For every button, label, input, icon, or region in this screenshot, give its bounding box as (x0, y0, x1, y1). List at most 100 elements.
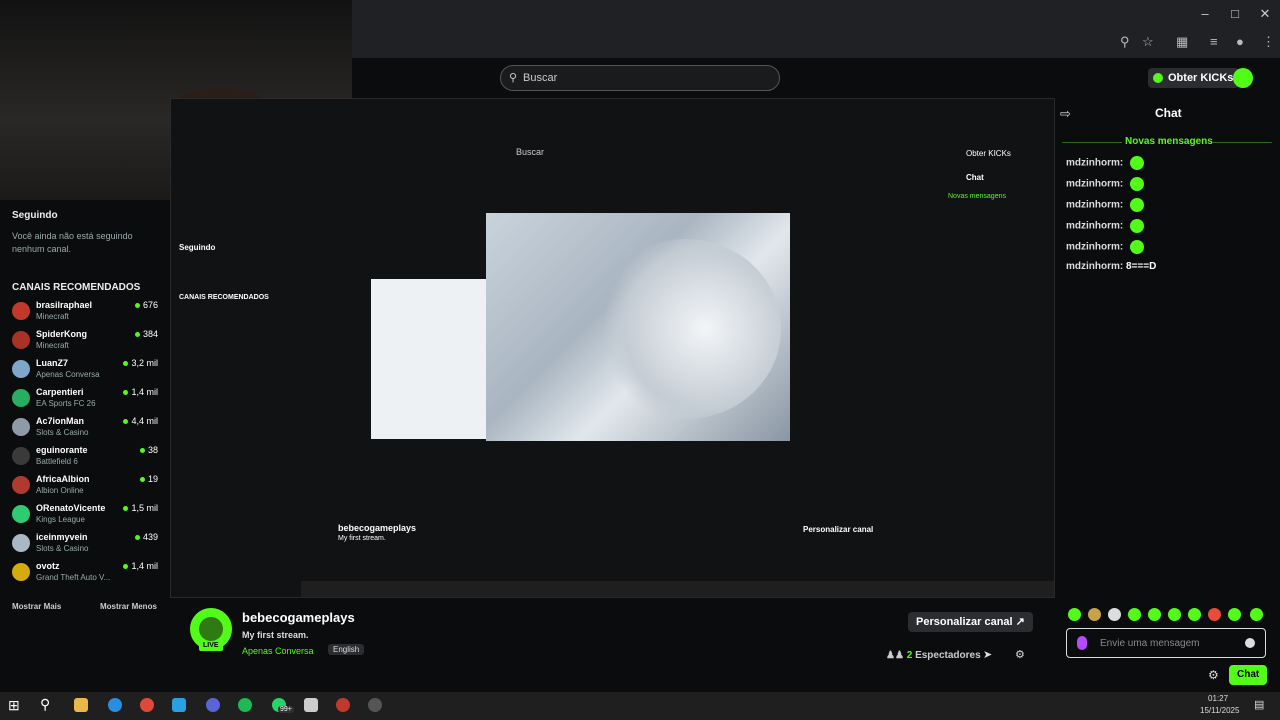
show-less-button[interactable]: Mostrar Menos (100, 602, 157, 611)
channel-name: Ac7ionMan (36, 416, 85, 426)
user-avatar[interactable] (1233, 68, 1253, 88)
spotify-icon[interactable] (238, 698, 252, 712)
stream-category[interactable]: Apenas Conversa (242, 646, 314, 656)
channel-viewers: 38 (140, 445, 158, 455)
emote-icon (1130, 198, 1144, 212)
sidebar-channel-row[interactable]: LuanZ7 Apenas Conversa 3,2 mil (12, 356, 160, 385)
channel-name: brasilraphael (36, 300, 93, 310)
nested-search: Buscar (516, 147, 545, 157)
chat-input[interactable]: Envie uma mensagem (1066, 628, 1266, 658)
chat-username[interactable]: mdzinhorm: (1066, 200, 1123, 211)
stream-preview-recursive: Buscar Obter KICKs Chat Novas mensagens … (170, 98, 1055, 598)
sidebar-channel-row[interactable]: Carpentieri EA Sports FC 26 1,4 mil (12, 385, 160, 414)
minimize-icon[interactable]: – (1190, 6, 1220, 21)
chat-input-placeholder: Envie uma mensagem (1100, 638, 1200, 649)
app-icon[interactable] (336, 698, 350, 712)
language-tag[interactable]: English (328, 644, 365, 655)
star-icon[interactable]: ☆ (1142, 34, 1154, 50)
menu-icon[interactable]: ⋮ (1262, 34, 1275, 50)
channel-viewers: 1,4 mil (123, 561, 158, 571)
more-options-icon[interactable]: ⚙ (1015, 648, 1025, 661)
clock-time[interactable]: 01:27 (1208, 694, 1228, 703)
chat-username[interactable]: mdzinhorm: (1066, 261, 1123, 272)
microphone-icon[interactable] (1077, 636, 1087, 650)
start-icon[interactable]: ⊞ (8, 697, 20, 714)
channel-category: Battlefield 6 (36, 457, 78, 466)
profile-icon[interactable]: ● (1236, 34, 1244, 49)
chat-message[interactable]: mdzinhorm: 8===D (1066, 261, 1156, 272)
chrome-icon[interactable] (140, 698, 154, 712)
collapse-chat-icon[interactable]: ⇨ (1060, 106, 1071, 122)
streamer-name[interactable]: bebecogameplays (242, 610, 355, 625)
chat-username[interactable]: mdzinhorm: (1066, 179, 1123, 190)
sidebar-channel-row[interactable]: ovotz Grand Theft Auto V... 1,4 mil (12, 559, 160, 588)
viewers-number: 2 (906, 650, 913, 661)
chat-username[interactable]: mdzinhorm: (1066, 158, 1123, 169)
extensions-icon[interactable]: ▦ (1176, 34, 1188, 50)
channel-category: Albion Online (36, 486, 84, 495)
notifications-icon[interactable]: ▤ (1254, 698, 1264, 711)
channel-category: Kings League (36, 515, 85, 524)
get-kicks-button[interactable]: Obter KICKs (1148, 68, 1240, 88)
chat-settings-icon[interactable]: ⚙ (1208, 668, 1219, 682)
sidebar-channel-row[interactable]: SpiderKong Minecraft 384 (12, 327, 160, 356)
channel-name: SpiderKong (36, 329, 87, 339)
share-icon[interactable]: ➤ (983, 648, 992, 661)
edge-icon[interactable] (108, 698, 122, 712)
emoji-icon[interactable] (1245, 638, 1255, 648)
emote-icon[interactable] (1208, 608, 1221, 621)
nested-title: My first stream. (338, 535, 386, 542)
channel-viewers: 384 (135, 329, 158, 339)
kicks-icon (1153, 73, 1163, 83)
send-chat-button[interactable]: Chat (1229, 665, 1268, 685)
file-explorer-icon[interactable] (74, 698, 88, 712)
chat-message[interactable]: mdzinhorm: (1066, 156, 1144, 170)
maximize-icon[interactable]: □ (1220, 6, 1250, 21)
clock-date[interactable]: 15/11/2025 (1200, 706, 1239, 715)
channel-name: LuanZ7 (36, 358, 69, 368)
notification-badge: 99+ (278, 706, 294, 713)
sidebar-channel-row[interactable]: brasilraphael Minecraft 676 (12, 298, 160, 327)
chat-username[interactable]: mdzinhorm: (1066, 221, 1123, 232)
channel-category: Apenas Conversa (36, 370, 100, 379)
chat-message[interactable]: mdzinhorm: (1066, 219, 1144, 233)
chat-username[interactable]: mdzinhorm: (1066, 242, 1123, 253)
chat-message[interactable]: mdzinhorm: (1066, 240, 1144, 254)
search-input[interactable]: ⚲ Buscar (500, 65, 780, 91)
sidebar-channel-row[interactable]: ORenatoVicente Kings League 1,5 mil (12, 501, 160, 530)
emote-icon[interactable] (1068, 608, 1081, 621)
sidebar-channel-row[interactable]: iceinmyvein Slots & Casino 439 (12, 530, 160, 559)
divider (1062, 142, 1122, 143)
reading-list-icon[interactable]: ≡ (1210, 34, 1218, 49)
show-more-button[interactable]: Mostrar Mais (12, 602, 61, 611)
taskbar-search-icon[interactable]: ⚲ (40, 696, 50, 713)
divider (1212, 142, 1272, 143)
emote-icon[interactable] (1250, 608, 1263, 621)
sidebar-channel-row[interactable]: Ac7ionMan Slots & Casino 4,4 mil (12, 414, 160, 443)
obs-icon[interactable] (368, 698, 382, 712)
key-icon[interactable]: ⚲ (1120, 34, 1130, 50)
chat-message[interactable]: mdzinhorm: (1066, 198, 1144, 212)
sidebar-channel-row[interactable]: AfricaAlbion Albion Online 19 (12, 472, 160, 501)
close-window-icon[interactable]: ✕ (1250, 6, 1280, 22)
emote-icon[interactable] (1088, 608, 1101, 621)
channel-viewers: 4,4 mil (123, 416, 158, 426)
emote-icon[interactable] (1228, 608, 1241, 621)
sidebar-channel-row[interactable]: eguinorante Battlefield 6 38 (12, 443, 160, 472)
channel-avatar (12, 389, 30, 407)
nested-kicks: Obter KICKs (966, 149, 1011, 158)
app-icon[interactable] (172, 698, 186, 712)
chat-message[interactable]: mdzinhorm: (1066, 177, 1144, 191)
emote-icon[interactable] (1108, 608, 1121, 621)
emote-icon[interactable] (1148, 608, 1161, 621)
notepad-icon[interactable] (304, 698, 318, 712)
emote-icon[interactable] (1128, 608, 1141, 621)
channel-category: Grand Theft Auto V... (36, 573, 111, 582)
discord-icon[interactable] (206, 698, 220, 712)
emote-icon[interactable] (1168, 608, 1181, 621)
channel-viewers: 3,2 mil (123, 358, 158, 368)
customize-channel-button[interactable]: Personalizar canal ↗ (908, 612, 1033, 632)
chat-title: Chat (1155, 106, 1182, 120)
channel-avatar (12, 360, 30, 378)
emote-icon[interactable] (1188, 608, 1201, 621)
